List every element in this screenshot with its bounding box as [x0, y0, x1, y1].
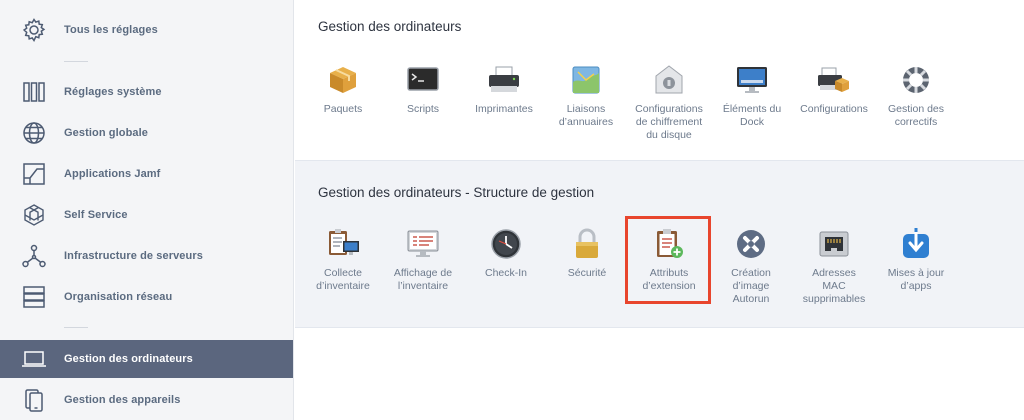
tile-label: Scripts: [406, 103, 440, 115]
gear-icon: [20, 17, 48, 43]
tile-inventory-display[interactable]: Affichage de l’inventaire: [380, 225, 466, 293]
tile-label: Liaisons d’annuaires: [558, 103, 614, 128]
terminal-icon: [403, 61, 443, 99]
sidebar-item-computer-management[interactable]: Gestion des ordinateurs: [0, 340, 293, 378]
tile-removable-mac-addresses[interactable]: Adresses MAC supprimables: [791, 225, 877, 306]
sidebar-item-jamf-apps[interactable]: Applications Jamf: [0, 155, 293, 193]
printer-package-icon: [814, 61, 854, 99]
sidebar-item-self-service[interactable]: Self Service: [0, 196, 293, 234]
tile-patch-management[interactable]: Gestion des correctifs: [873, 61, 959, 129]
globe-icon: [20, 120, 48, 146]
self-service-icon: [20, 202, 48, 228]
tile-label: Configurations: [800, 103, 868, 115]
app-updates-icon: [896, 225, 936, 263]
sidebar-item-label: Tous les réglages: [64, 24, 158, 36]
tile-scripts[interactable]: Scripts: [380, 61, 466, 116]
tile-label: Paquets: [323, 103, 363, 115]
tile-inventory-collection[interactable]: Collecte d’inventaire: [300, 225, 386, 293]
sidebar-item-global-management[interactable]: Gestion globale: [0, 114, 293, 152]
disk-encryption-icon: [649, 61, 689, 99]
sidebar-item-server-infrastructure[interactable]: Infrastructure de serveurs: [0, 237, 293, 275]
autorun-image-icon: [731, 225, 771, 263]
tile-label: Création d’image Autorun: [731, 267, 771, 305]
padlock-icon: [567, 225, 607, 263]
tile-label: Configurations de chiffrement du disque: [635, 103, 703, 141]
tile-label: Gestion des correctifs: [887, 103, 945, 128]
network-nodes-icon: [20, 243, 48, 269]
section-title: Gestion des ordinateurs - Structure de g…: [318, 185, 595, 200]
inventory-display-icon: [403, 225, 443, 263]
dock-monitor-icon: [732, 61, 772, 99]
app-frame-icon: [20, 161, 48, 187]
tile-security[interactable]: Sécurité: [544, 225, 630, 280]
ethernet-port-icon: [814, 225, 854, 263]
sidebar-item-label: Self Service: [64, 209, 128, 221]
sidebar-item-label: Réglages système: [64, 86, 162, 98]
tile-label: Mises à jour d’apps: [887, 267, 945, 292]
tile-label: Affichage de l’inventaire: [393, 267, 453, 292]
laptop-icon: [20, 346, 48, 372]
tile-directory-bindings[interactable]: Liaisons d’annuaires: [543, 61, 629, 129]
tile-dock-items[interactable]: Éléments du Dock: [709, 61, 795, 129]
sidebar-divider: [64, 61, 88, 62]
tile-autorun-imaging[interactable]: Création d’image Autorun: [708, 225, 794, 306]
tile-label: Éléments du Dock: [722, 103, 782, 128]
sidebar-divider: [64, 327, 88, 328]
server-rack-icon: [20, 284, 48, 310]
tile-label: Imprimantes: [475, 103, 533, 115]
tile-app-updates[interactable]: Mises à jour d’apps: [873, 225, 959, 293]
computer-management-section: Gestion des ordinateurs Paquets Scripts …: [295, 0, 1024, 160]
tile-configurations[interactable]: Configurations: [791, 61, 877, 116]
sidebar-item-system-settings[interactable]: Réglages système: [0, 73, 293, 111]
mobile-device-icon: [20, 387, 48, 413]
tile-packages[interactable]: Paquets: [300, 61, 386, 116]
inventory-collection-icon: [323, 225, 363, 263]
sidebar-item-label: Gestion des ordinateurs: [64, 353, 193, 365]
check-in-clock-icon: [486, 225, 526, 263]
tile-label: Collecte d’inventaire: [316, 267, 370, 292]
tile-disk-encryption[interactable]: Configurations de chiffrement du disque: [626, 61, 712, 142]
sidebar-item-device-management[interactable]: Gestion des appareils: [0, 381, 293, 419]
sidebar-item-label: Gestion globale: [64, 127, 149, 139]
package-icon: [323, 61, 363, 99]
printer-icon: [484, 61, 524, 99]
tile-label: Check-In: [484, 267, 527, 279]
patch-management-icon: [896, 61, 936, 99]
directory-map-icon: [566, 61, 606, 99]
tile-label: Sécurité: [567, 267, 607, 279]
tile-label: Adresses MAC supprimables: [802, 267, 866, 305]
sidebar-item-label: Applications Jamf: [64, 168, 161, 180]
highlight-box: [625, 216, 711, 304]
sidebar: Tous les réglages Réglages système Gesti…: [0, 0, 294, 420]
columns-icon: [20, 79, 48, 105]
tile-printers[interactable]: Imprimantes: [461, 61, 547, 116]
section-title: Gestion des ordinateurs: [318, 19, 462, 34]
tile-check-in[interactable]: Check-In: [463, 225, 549, 280]
sidebar-item-label: Infrastructure de serveurs: [64, 250, 203, 262]
sidebar-item-label: Gestion des appareils: [64, 394, 181, 406]
sidebar-item-all-settings[interactable]: Tous les réglages: [0, 11, 293, 49]
sidebar-item-label: Organisation réseau: [64, 291, 173, 303]
sidebar-item-network-organization[interactable]: Organisation réseau: [0, 278, 293, 316]
